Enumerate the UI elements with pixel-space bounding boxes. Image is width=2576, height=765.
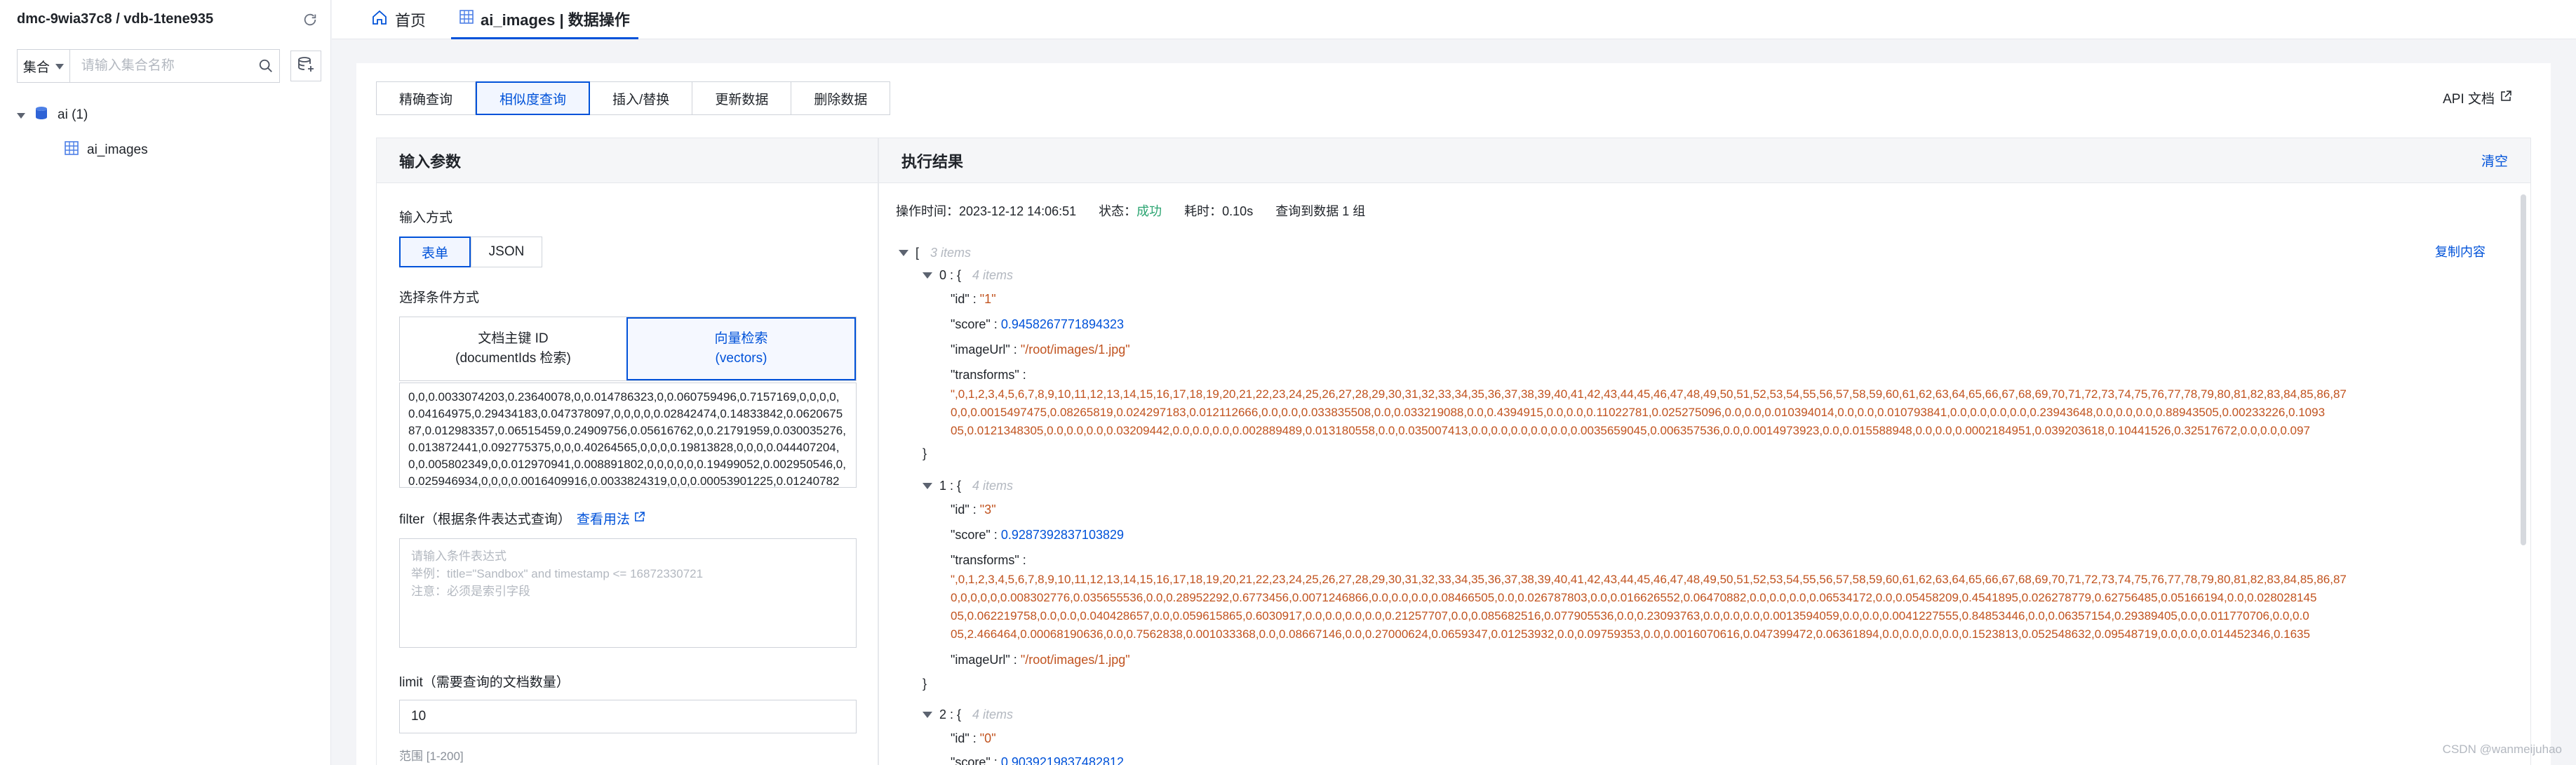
cond-doc-subtitle: (documentIds 检索) bbox=[455, 351, 571, 366]
home-icon bbox=[371, 9, 388, 30]
external-link-icon bbox=[2500, 90, 2511, 106]
json-close-brace: } bbox=[923, 446, 927, 460]
tree-item-database[interactable]: ai (1) bbox=[17, 101, 88, 129]
input-mode-label: 输入方式 bbox=[399, 211, 453, 225]
found-count: 查询到数据 1 组 bbox=[1275, 204, 1366, 218]
json-item-2[interactable]: 2 : {4 items bbox=[923, 704, 1013, 725]
json-value-transforms: 05,0.0121348305,0.0,0.0,0.0,0.03209442,0… bbox=[951, 424, 2310, 437]
tab-update-data[interactable]: 更新数据 bbox=[692, 82, 792, 114]
input-panel-title: 输入参数 bbox=[377, 138, 878, 183]
tab-similarity-query[interactable]: 相似度查询 bbox=[476, 81, 591, 115]
result-panel-header: 执行结果 清空 bbox=[879, 138, 2530, 183]
json-field-transforms: "transforms" : bbox=[951, 552, 1026, 567]
caret-down-icon[interactable] bbox=[923, 711, 932, 718]
tab-delete-data[interactable]: 删除数据 bbox=[791, 82, 890, 114]
top-tab-bar: 首页 ai_images | 数据操作 bbox=[332, 0, 2576, 39]
filter-input[interactable]: 请输入条件表达式 举例：title="Sandbox" and timestam… bbox=[399, 538, 857, 648]
filter-placeholder-line: 注意：必须是索引字段 bbox=[411, 585, 530, 598]
caret-down-icon[interactable] bbox=[899, 249, 908, 256]
refresh-icon[interactable] bbox=[300, 10, 320, 29]
limit-label: limit（需要查询的文档数量） bbox=[399, 675, 570, 690]
table-icon bbox=[65, 141, 79, 159]
watermark: CSDN @wanmeijuhao bbox=[2442, 743, 2562, 756]
tree-item-collection[interactable]: ai_images bbox=[65, 136, 148, 164]
copy-content-button[interactable]: 复制内容 bbox=[2435, 242, 2486, 260]
filter-help-link[interactable]: 查看用法 bbox=[577, 509, 645, 528]
clear-button[interactable]: 清空 bbox=[2481, 151, 2508, 170]
database-icon bbox=[34, 105, 49, 125]
filter-placeholder-line: 请输入条件表达式 bbox=[411, 550, 507, 563]
mode-json-button[interactable]: JSON bbox=[471, 237, 542, 267]
tab-home-label: 首页 bbox=[395, 12, 427, 29]
json-close-brace: } bbox=[923, 676, 927, 691]
tab-ai-images-label: ai_images | 数据操作 bbox=[481, 11, 630, 29]
limit-input[interactable] bbox=[399, 700, 857, 733]
input-mode-toggle: 表单 JSON bbox=[399, 237, 542, 267]
cond-tab-vectors[interactable]: 向量检索 (vectors) bbox=[626, 317, 856, 380]
result-meta: 操作时间：2023-12-12 14:06:51 状态：成功 耗时：0.10s … bbox=[896, 201, 1365, 220]
json-viewer: [3 items 0 : {4 items "id" : "1" "score"… bbox=[894, 225, 2501, 765]
json-field-id: "id" : "1" bbox=[951, 291, 996, 306]
json-field-imageurl: "imageUrl" : "/root/images/1.jpg" bbox=[951, 652, 1130, 667]
elapsed: 耗时：0.10s bbox=[1184, 204, 1254, 218]
collection-search: 集合 bbox=[17, 49, 280, 83]
collection-type-select[interactable]: 集合 bbox=[18, 50, 70, 82]
filter-help-label: 查看用法 bbox=[576, 512, 630, 527]
result-panel-title: 执行结果 bbox=[901, 152, 964, 171]
api-doc-label: API 文档 bbox=[2443, 92, 2495, 107]
database-label: ai (1) bbox=[58, 107, 88, 122]
json-item-1[interactable]: 1 : {4 items bbox=[923, 475, 1013, 496]
filter-label-row: filter（根据条件表达式查询） 查看用法 bbox=[399, 509, 645, 528]
table-icon bbox=[459, 9, 474, 28]
json-field-imageurl: "imageUrl" : "/root/images/1.jpg" bbox=[951, 342, 1130, 357]
limit-range-hint: 范围 [1-200] bbox=[399, 750, 464, 763]
collection-type-label: 集合 bbox=[22, 60, 50, 75]
tab-insert-replace[interactable]: 插入/替换 bbox=[590, 82, 693, 114]
json-field-id: "id" : "3" bbox=[951, 502, 996, 517]
status-value: 成功 bbox=[1136, 204, 1162, 218]
json-value-transforms: 05,2.466464,0.00068190636,0.0,0.7562838,… bbox=[951, 627, 2310, 641]
mode-form-button[interactable]: 表单 bbox=[399, 237, 471, 267]
caret-down-icon[interactable] bbox=[17, 107, 25, 123]
condition-mode-tabs: 文档主键 ID (documentIds 检索) 向量检索 (vectors) bbox=[399, 317, 857, 381]
collection-label: ai_images bbox=[87, 142, 148, 157]
api-doc-link[interactable]: API 文档 bbox=[2443, 88, 2511, 107]
json-root[interactable]: [3 items bbox=[899, 242, 971, 263]
sidebar-header: dmc-9wia37c8 / vdb-1tene935 bbox=[0, 0, 331, 39]
cond-tab-document-ids[interactable]: 文档主键 ID (documentIds 检索) bbox=[400, 317, 626, 380]
json-field-id: "id" : "0" bbox=[951, 731, 996, 745]
json-field-score: "score" : 0.9039219837482812 bbox=[951, 754, 1124, 765]
json-item-0[interactable]: 0 : {4 items bbox=[923, 265, 1013, 286]
tab-home[interactable]: 首页 bbox=[363, 0, 434, 39]
tab-ai-images[interactable]: ai_images | 数据操作 bbox=[451, 0, 638, 39]
database-add-icon bbox=[297, 55, 315, 77]
caret-down-icon bbox=[55, 58, 64, 74]
condition-mode-label: 选择条件方式 bbox=[399, 291, 480, 305]
op-time: 操作时间：2023-12-12 14:06:51 bbox=[896, 204, 1077, 218]
instance-title: dmc-9wia37c8 / vdb-1tene935 bbox=[17, 11, 214, 27]
add-database-button[interactable] bbox=[290, 51, 321, 81]
sidebar: dmc-9wia37c8 / vdb-1tene935 集合 ai (1) bbox=[0, 0, 331, 765]
json-field-score: "score" : 0.9287392837103829 bbox=[951, 527, 1124, 542]
status: 状态：成功 bbox=[1099, 204, 1162, 218]
caret-down-icon[interactable] bbox=[923, 482, 932, 489]
result-scrollbar[interactable] bbox=[2521, 194, 2526, 545]
external-link-icon bbox=[634, 511, 645, 526]
json-field-transforms: "transforms" : bbox=[951, 367, 1026, 382]
search-icon[interactable] bbox=[253, 50, 279, 82]
tab-exact-query[interactable]: 精确查询 bbox=[377, 82, 476, 114]
filter-label: filter（根据条件表达式查询） bbox=[399, 512, 571, 527]
collection-search-input[interactable] bbox=[69, 50, 253, 82]
filter-placeholder-line: 举例：title="Sandbox" and timestamp <= 1687… bbox=[411, 567, 704, 580]
cond-vec-subtitle: (vectors) bbox=[715, 351, 767, 366]
json-field-score: "score" : 0.9458267771894323 bbox=[951, 317, 1124, 331]
cond-vec-title: 向量检索 bbox=[714, 331, 768, 346]
cond-doc-title: 文档主键 ID bbox=[478, 331, 549, 346]
result-panel: 执行结果 清空 操作时间：2023-12-12 14:06:51 状态：成功 耗… bbox=[878, 138, 2531, 765]
input-params-panel: 输入参数 输入方式 表单 JSON 选择条件方式 文档主键 ID (docume… bbox=[376, 138, 878, 765]
caret-down-icon[interactable] bbox=[923, 272, 932, 279]
vector-input[interactable]: 0,0,0.0033074203,0.23640078,0,0.01478632… bbox=[399, 382, 857, 488]
main-content: 精确查询 相似度查询 插入/替换 更新数据 删除数据 API 文档 输入参数 输… bbox=[356, 63, 2551, 765]
operation-tabs: 精确查询 相似度查询 插入/替换 更新数据 删除数据 bbox=[376, 81, 891, 115]
